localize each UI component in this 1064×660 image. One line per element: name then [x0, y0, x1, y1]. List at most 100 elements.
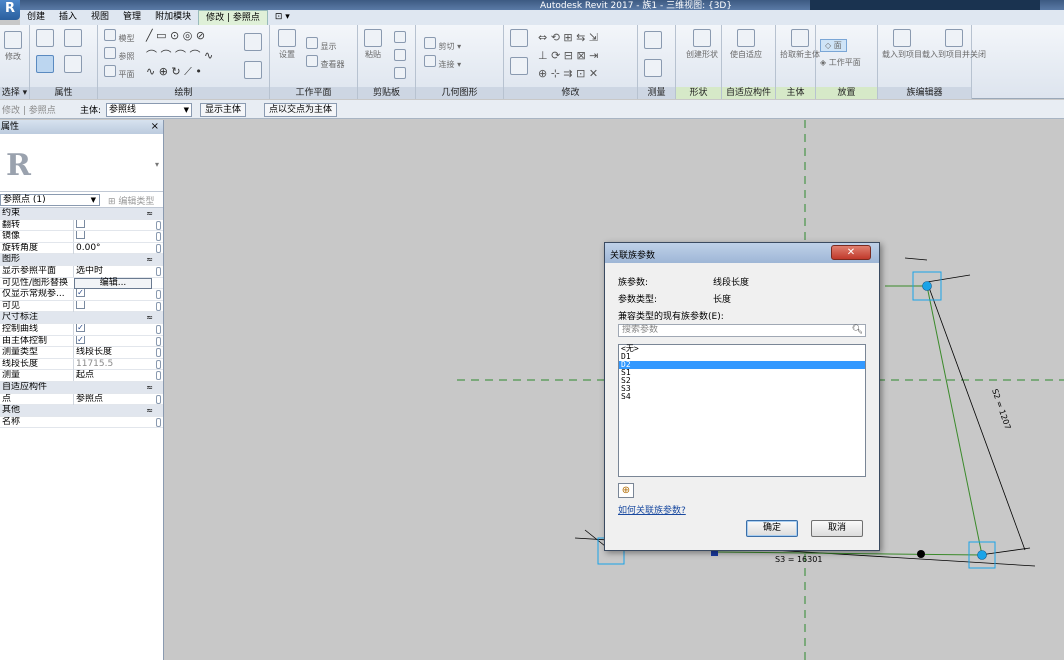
property-value[interactable]: 参照点 — [73, 393, 153, 405]
show-workplane-button[interactable]: 显示 — [306, 37, 337, 52]
draw-arc-tools[interactable]: ⌒ ⌒ ⌒ ⌒ ∿ — [146, 47, 213, 63]
tab-insert[interactable]: 插入 — [52, 10, 84, 25]
property-row[interactable]: 点 参照点 — [0, 393, 163, 406]
cancel-button[interactable]: 取消 — [811, 520, 863, 537]
adaptive-point[interactable] — [977, 550, 987, 560]
place-on-face-button[interactable]: ◇ 面 — [820, 39, 847, 52]
property-row[interactable]: 线段长度 11715.5 — [0, 358, 163, 371]
dimension-line-s2[interactable] — [926, 281, 1026, 551]
dimension-label-s3[interactable]: S3 = 16301 — [775, 555, 822, 564]
property-row[interactable]: 旋转角度 0.00° — [0, 242, 163, 255]
edit-type-button[interactable]: ⊞ 编辑类型 — [108, 194, 154, 207]
property-checkbox[interactable] — [76, 300, 85, 309]
cut-geometry-button[interactable]: 剪切 ▾ — [424, 37, 461, 52]
modify-button[interactable]: 修改 — [4, 31, 22, 62]
associate-parameter-button[interactable] — [156, 371, 161, 381]
collapse-icon[interactable]: ≈ — [146, 254, 153, 265]
property-checkbox[interactable] — [76, 219, 85, 228]
associate-parameter-button[interactable] — [156, 417, 161, 427]
parameter-list-item[interactable]: S1 — [619, 369, 865, 377]
associate-parameter-button[interactable] — [156, 301, 161, 311]
tab-view[interactable]: 视图 — [84, 10, 116, 25]
associate-parameter-button[interactable] — [156, 232, 161, 242]
tab-modify-reference-point[interactable]: 修改 | 参照点 — [198, 10, 268, 25]
parameter-list-item[interactable]: <无> — [619, 345, 865, 353]
adaptive-point[interactable] — [922, 281, 932, 291]
property-value[interactable]: 起点 — [73, 370, 153, 382]
parameter-list-item[interactable]: S3 — [619, 385, 865, 393]
property-row[interactable]: 显示参照平面 选中时 — [0, 265, 163, 278]
draw-on-plane-button[interactable] — [244, 61, 262, 81]
associate-parameter-button[interactable] — [156, 324, 161, 334]
viewer-button[interactable]: 查看器 — [306, 55, 345, 70]
property-row[interactable]: 测量 起点 — [0, 370, 163, 382]
align-button[interactable] — [510, 29, 528, 49]
associate-parameter-button[interactable] — [156, 290, 161, 300]
tab-create[interactable]: 创建 — [20, 10, 52, 25]
collapse-icon[interactable]: ≈ — [146, 405, 153, 416]
associate-parameter-button[interactable] — [156, 348, 161, 358]
property-group-header[interactable]: 尺寸标注 ≈ — [0, 312, 163, 324]
create-form-button[interactable]: 创建形状 — [686, 29, 718, 60]
search-icon[interactable]: 🔍︎ — [852, 325, 863, 336]
search-input[interactable]: 搜索参数 🔍︎ — [618, 324, 866, 337]
collapse-icon[interactable]: ≈ — [146, 208, 153, 219]
associate-parameter-button[interactable] — [156, 220, 161, 230]
show-host-button[interactable]: 显示主体 — [200, 103, 247, 117]
property-row[interactable]: 可见性/图形替换 编辑... — [0, 277, 163, 290]
join-geometry-button[interactable]: 连接 ▾ — [424, 55, 461, 70]
property-checkbox[interactable] — [76, 231, 85, 240]
associate-parameter-button[interactable] — [156, 359, 161, 369]
parameter-list-item[interactable]: D1 — [619, 353, 865, 361]
copy-button[interactable] — [394, 49, 406, 63]
property-group-header[interactable]: 约束 ≈ — [0, 208, 163, 220]
property-checkbox[interactable]: ✓ — [76, 289, 85, 298]
load-into-project-button[interactable]: 载入到项目 — [882, 29, 922, 60]
load-into-project-close-button[interactable]: 载入到项目并关闭 — [922, 29, 986, 60]
property-group-header[interactable]: 图形 ≈ — [0, 254, 163, 266]
property-value[interactable]: 线段长度 — [73, 347, 153, 359]
associate-parameter-button[interactable] — [156, 336, 161, 346]
associate-parameter-button[interactable] — [156, 394, 161, 404]
property-checkbox[interactable]: ✓ — [76, 323, 85, 332]
pick-new-host-button[interactable]: 拾取新主体 — [780, 29, 820, 60]
collapse-icon[interactable]: ≈ — [146, 382, 153, 393]
property-row[interactable]: 仅显示常规参... ✓ — [0, 289, 163, 301]
parameter-list-item[interactable]: S2 — [619, 377, 865, 385]
dimension-button[interactable] — [644, 59, 662, 79]
property-row[interactable]: 测量类型 线段长度 — [0, 347, 163, 359]
set-workplane-button[interactable]: 设置 — [278, 29, 296, 60]
host-select[interactable]: 参照线 ▼ — [106, 103, 192, 117]
family-types-button[interactable] — [36, 55, 54, 75]
parameter-list-item[interactable]: D2 — [619, 361, 865, 369]
close-icon[interactable]: × — [151, 120, 159, 134]
family-category-button[interactable] — [64, 55, 82, 75]
paste-button[interactable]: 粘贴 — [364, 29, 382, 60]
chevron-down-icon[interactable]: ▾ — [155, 160, 159, 169]
edit-visibility-button[interactable]: 编辑... — [74, 277, 152, 289]
place-on-workplane-button[interactable]: ◈ 工作平面 — [820, 57, 861, 68]
property-row[interactable]: 名称 — [0, 417, 163, 429]
help-link[interactable]: 如何关联族参数? — [618, 503, 686, 516]
draw-plane-button[interactable]: 平面 — [104, 65, 135, 80]
reference-point[interactable] — [917, 550, 925, 558]
application-menu-button[interactable]: R — [0, 0, 20, 20]
property-value[interactable]: 选中时 — [73, 265, 153, 277]
property-group-header[interactable]: 自适应构件 ≈ — [0, 381, 163, 394]
ok-button[interactable]: 确定 — [746, 520, 798, 537]
tab-quick-access-toggle[interactable]: ⊡ ▾ — [268, 10, 297, 25]
dimension-label-s2[interactable]: S2 = 1207 — [990, 388, 1012, 431]
collapse-icon[interactable]: ≈ — [146, 312, 153, 323]
associate-parameter-button[interactable] — [156, 266, 161, 276]
dialog-close-button[interactable]: ✕ — [831, 245, 871, 260]
properties-button[interactable] — [36, 29, 54, 49]
measure-button[interactable] — [644, 31, 662, 51]
type-properties-button[interactable] — [64, 29, 82, 49]
draw-workplane-button[interactable] — [244, 33, 262, 53]
property-value[interactable]: 0.00° — [73, 242, 153, 254]
property-row[interactable]: 可见 — [0, 300, 163, 313]
match-button[interactable] — [394, 67, 406, 81]
property-row[interactable]: 镜像 — [0, 231, 163, 243]
property-group-header[interactable]: 其他 ≈ — [0, 405, 163, 417]
move-button[interactable] — [510, 57, 528, 77]
